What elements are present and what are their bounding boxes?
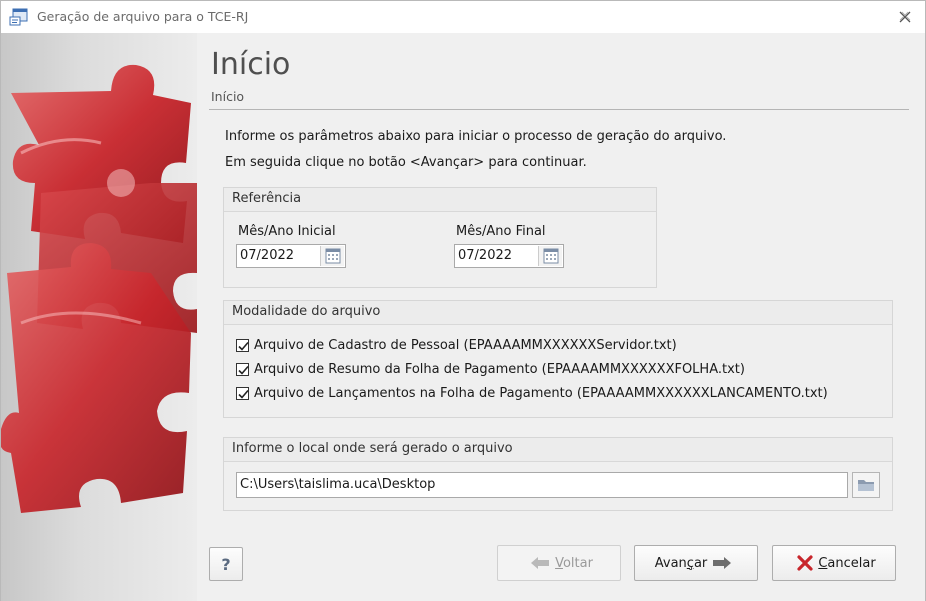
window-title: Geração de arquivo para o TCE-RJ <box>37 9 249 24</box>
next-label: Avançar <box>654 555 708 571</box>
next-button[interactable]: Avançar <box>634 545 758 581</box>
output-path-input[interactable]: C:\Users\taislima.uca\Desktop <box>236 472 848 498</box>
page-title: Início <box>211 47 291 82</box>
content-panel: Início Início Informe os parâmetros abai… <box>197 33 925 601</box>
help-button[interactable]: ? <box>209 547 243 581</box>
modalidade-group-title: Modalidade do arquivo <box>224 301 892 325</box>
option-lancamentos-folha[interactable]: Arquivo de Lançamentos na Folha de Pagam… <box>236 383 828 403</box>
puzzle-banner-image <box>1 33 197 601</box>
app-window-icon <box>9 7 29 27</box>
close-icon[interactable] <box>895 7 915 27</box>
start-date-label: Mês/Ano Inicial <box>238 224 336 239</box>
cancel-button[interactable]: Cancelar <box>772 545 896 581</box>
help-label: ? <box>221 554 231 574</box>
intro-line-1: Informe os parâmetros abaixo para inicia… <box>225 129 727 144</box>
local-group-title: Informe o local onde será gerado o arqui… <box>224 438 892 462</box>
local-group: Informe o local onde será gerado o arqui… <box>223 437 893 511</box>
checkbox-checked[interactable] <box>236 362 249 376</box>
calendar-icon[interactable] <box>320 246 344 266</box>
checkbox-checked[interactable] <box>236 338 249 352</box>
start-date-input[interactable]: 07/2022 <box>236 244 346 268</box>
header-divider <box>209 109 909 110</box>
wizard-window: Geração de arquivo para o TCE-RJ Início … <box>0 0 926 601</box>
end-date-label: Mês/Ano Final <box>456 224 546 239</box>
referencia-group-title: Referência <box>224 188 656 212</box>
intro-line-2: Em seguida clique no botão <Avançar> par… <box>225 155 587 170</box>
x-cancel-icon <box>797 555 813 571</box>
option-label: Arquivo de Lançamentos na Folha de Pagam… <box>254 385 828 401</box>
output-path-value: C:\Users\taislima.uca\Desktop <box>240 477 436 492</box>
cancel-label: Cancelar <box>818 555 876 571</box>
checkbox-checked[interactable] <box>236 386 249 400</box>
page-subtitle: Início <box>211 89 245 104</box>
referencia-group: Referência Mês/Ano Inicial 07/2022 Mês/A… <box>223 187 657 288</box>
folder-open-icon <box>853 480 879 501</box>
end-date-value: 07/2022 <box>458 248 513 263</box>
arrow-right-icon <box>712 556 732 570</box>
option-label: Arquivo de Resumo da Folha de Pagamento … <box>254 361 745 377</box>
calendar-icon[interactable] <box>538 246 562 266</box>
end-date-input[interactable]: 07/2022 <box>454 244 564 268</box>
title-bar: Geração de arquivo para o TCE-RJ <box>1 1 925 33</box>
option-resumo-folha[interactable]: Arquivo de Resumo da Folha de Pagamento … <box>236 359 745 379</box>
back-button[interactable]: Voltar <box>497 545 621 581</box>
option-label: Arquivo de Cadastro de Pessoal (EPAAAAMM… <box>254 337 677 353</box>
folder-browse-button[interactable] <box>852 472 880 498</box>
modalidade-group: Modalidade do arquivo Arquivo de Cadastr… <box>223 300 893 418</box>
start-date-value: 07/2022 <box>240 248 295 263</box>
back-label: Voltar <box>555 555 593 571</box>
arrow-left-icon <box>530 556 550 570</box>
option-cadastro-pessoal[interactable]: Arquivo de Cadastro de Pessoal (EPAAAAMM… <box>236 335 677 355</box>
